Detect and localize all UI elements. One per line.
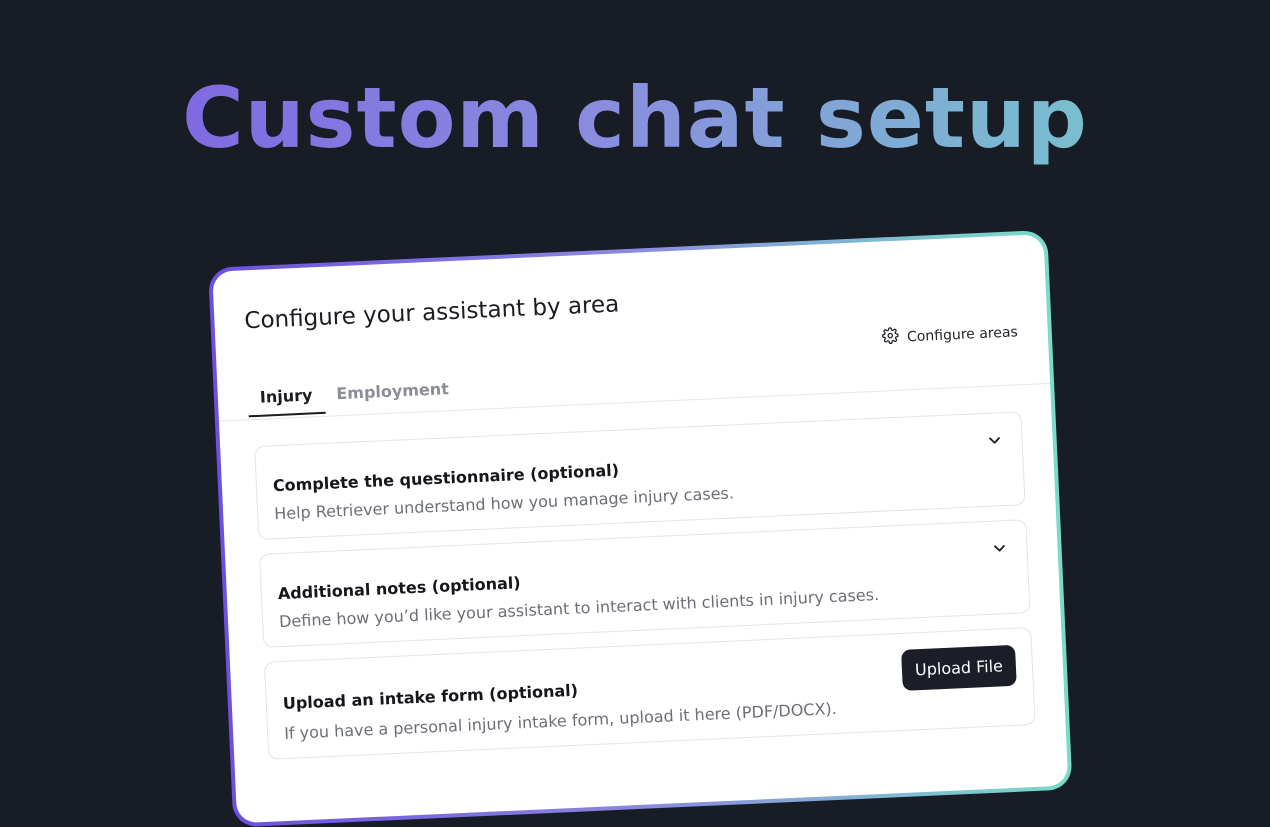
chevron-down-icon[interactable] bbox=[985, 431, 1004, 450]
tab-injury[interactable]: Injury bbox=[247, 380, 326, 418]
additional-notes-section[interactable]: Additional notes (optional) Define how y… bbox=[259, 519, 1031, 648]
gear-icon bbox=[882, 327, 900, 349]
tab-employment[interactable]: Employment bbox=[324, 375, 462, 414]
configure-areas-button[interactable]: Configure areas bbox=[882, 321, 1019, 348]
hero-title: Custom chat setup bbox=[0, 68, 1270, 169]
configure-areas-label: Configure areas bbox=[906, 323, 1019, 345]
questionnaire-section[interactable]: Complete the questionnaire (optional) He… bbox=[254, 411, 1026, 540]
intake-form-section: Upload an intake form (optional) If you … bbox=[263, 627, 1036, 760]
configure-card: Configure your assistant by area Configu… bbox=[212, 234, 1069, 824]
section-title: Upload an intake form (optional) bbox=[282, 680, 579, 714]
card-gradient-border: Configure your assistant by area Configu… bbox=[208, 229, 1073, 827]
upload-file-button[interactable]: Upload File bbox=[901, 644, 1017, 691]
card-heading: Configure your assistant by area bbox=[243, 291, 620, 335]
section-title: Additional notes (optional) bbox=[277, 573, 522, 604]
chevron-down-icon[interactable] bbox=[990, 539, 1009, 558]
